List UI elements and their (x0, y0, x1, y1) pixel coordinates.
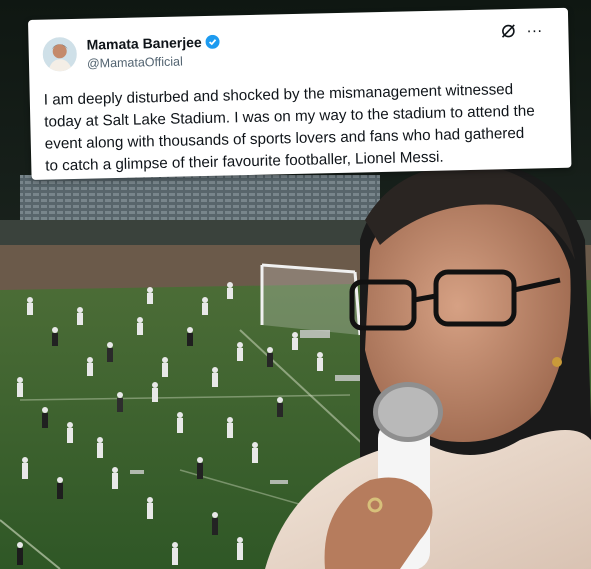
tweet-card: Mamata Banerjee @MamataOfficial ··· I am… (28, 7, 572, 180)
tweet-actions-top: ··· (500, 22, 543, 44)
author-name[interactable]: Mamata Banerjee (86, 34, 202, 53)
author-handle[interactable]: @MamataOfficial (87, 55, 183, 71)
profile-avatar[interactable] (42, 36, 78, 72)
grok-icon[interactable] (500, 23, 516, 44)
stand-seats (20, 175, 380, 225)
tweet-text: I am deeply disturbed and shocked by the… (44, 78, 566, 178)
verified-badge-icon (205, 34, 220, 49)
author-name-row[interactable]: Mamata Banerjee (86, 34, 220, 53)
more-options-icon[interactable]: ··· (526, 22, 542, 43)
